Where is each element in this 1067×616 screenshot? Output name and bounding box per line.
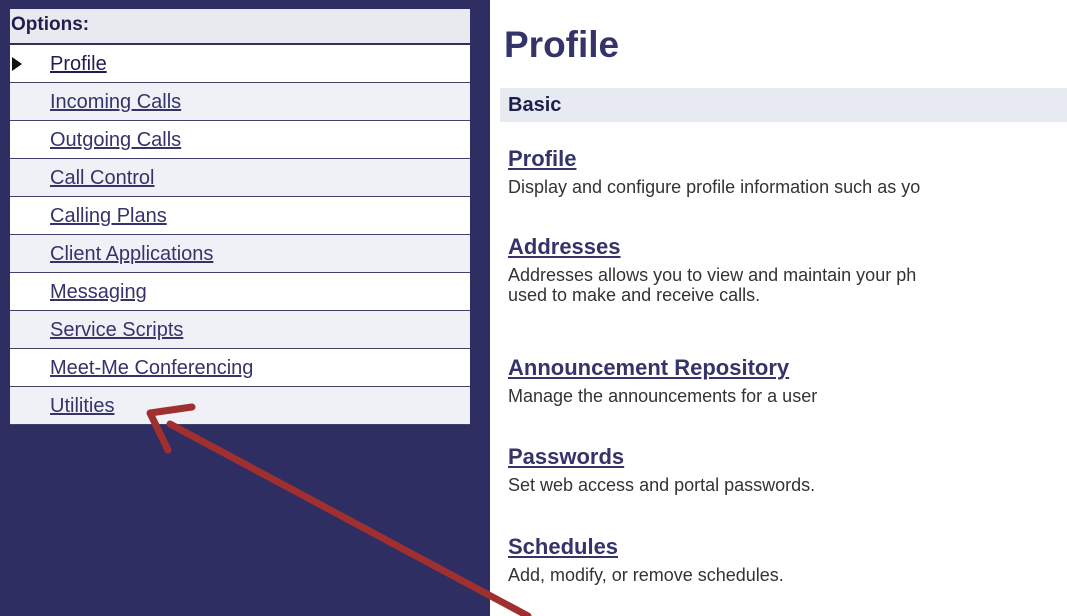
- entry-desc-addresses-line2: used to make and receive calls.: [508, 285, 761, 305]
- sidebar-link-client-applications[interactable]: Client Applications: [50, 243, 213, 266]
- sidebar-link-calling-plans[interactable]: Calling Plans: [50, 205, 167, 228]
- current-page-arrow-icon: [12, 57, 22, 71]
- entry-announcement-repository: Announcement Repository Manage the annou…: [508, 355, 817, 406]
- entry-addresses: Addresses Addresses allows you to view a…: [508, 234, 916, 305]
- sidebar-link-meet-me-conferencing[interactable]: Meet-Me Conferencing: [50, 357, 253, 380]
- entry-link-announcement-repository[interactable]: Announcement Repository: [508, 355, 817, 381]
- sidebar-item-meet-me-conferencing[interactable]: Meet-Me Conferencing: [10, 349, 470, 387]
- sidebar-item-service-scripts[interactable]: Service Scripts: [10, 311, 470, 349]
- entry-desc-profile: Display and configure profile informatio…: [508, 177, 921, 197]
- entry-link-schedules[interactable]: Schedules: [508, 534, 784, 560]
- sidebar-link-outgoing-calls[interactable]: Outgoing Calls: [50, 129, 181, 152]
- page-title: Profile: [504, 24, 620, 65]
- sidebar-item-profile[interactable]: Profile: [10, 45, 470, 83]
- entry-desc-announcement-repository: Manage the announcements for a user: [508, 386, 818, 406]
- sidebar-item-incoming-calls[interactable]: Incoming Calls: [10, 83, 470, 121]
- entry-link-passwords[interactable]: Passwords: [508, 444, 815, 470]
- main-content: Profile Basic Profile Display and config…: [490, 0, 1067, 616]
- entry-desc-passwords: Set web access and portal passwords.: [508, 475, 816, 495]
- sidebar-item-utilities[interactable]: Utilities: [10, 387, 470, 425]
- entry-desc-schedules: Add, modify, or remove schedules.: [508, 565, 784, 585]
- sidebar-item-client-applications[interactable]: Client Applications: [10, 235, 470, 273]
- entry-link-profile[interactable]: Profile: [508, 146, 920, 172]
- entry-passwords: Passwords Set web access and portal pass…: [508, 444, 815, 495]
- sidebar-link-service-scripts[interactable]: Service Scripts: [50, 319, 183, 342]
- page: Options: Profile Incoming Calls Outgoing…: [0, 0, 1067, 616]
- section-header-basic: Basic: [500, 88, 1067, 122]
- options-header: Options:: [10, 9, 470, 45]
- sidebar-link-messaging[interactable]: Messaging: [50, 281, 147, 304]
- entry-schedules: Schedules Add, modify, or remove schedul…: [508, 534, 784, 585]
- entry-desc-addresses: Addresses allows you to view and maintai…: [508, 265, 917, 285]
- sidebar-link-call-control[interactable]: Call Control: [50, 167, 154, 190]
- sidebar-item-call-control[interactable]: Call Control: [10, 159, 470, 197]
- nav-list: Profile Incoming Calls Outgoing Calls Ca…: [10, 45, 470, 425]
- entry-profile: Profile Display and configure profile in…: [508, 146, 920, 197]
- sidebar: Options: Profile Incoming Calls Outgoing…: [0, 0, 490, 616]
- options-panel: Options: Profile Incoming Calls Outgoing…: [10, 9, 470, 425]
- sidebar-item-outgoing-calls[interactable]: Outgoing Calls: [10, 121, 470, 159]
- sidebar-link-incoming-calls[interactable]: Incoming Calls: [50, 91, 181, 114]
- sidebar-item-calling-plans[interactable]: Calling Plans: [10, 197, 470, 235]
- sidebar-item-messaging[interactable]: Messaging: [10, 273, 470, 311]
- entry-link-addresses[interactable]: Addresses: [508, 234, 916, 260]
- sidebar-link-utilities[interactable]: Utilities: [50, 395, 114, 418]
- sidebar-link-profile[interactable]: Profile: [50, 53, 107, 76]
